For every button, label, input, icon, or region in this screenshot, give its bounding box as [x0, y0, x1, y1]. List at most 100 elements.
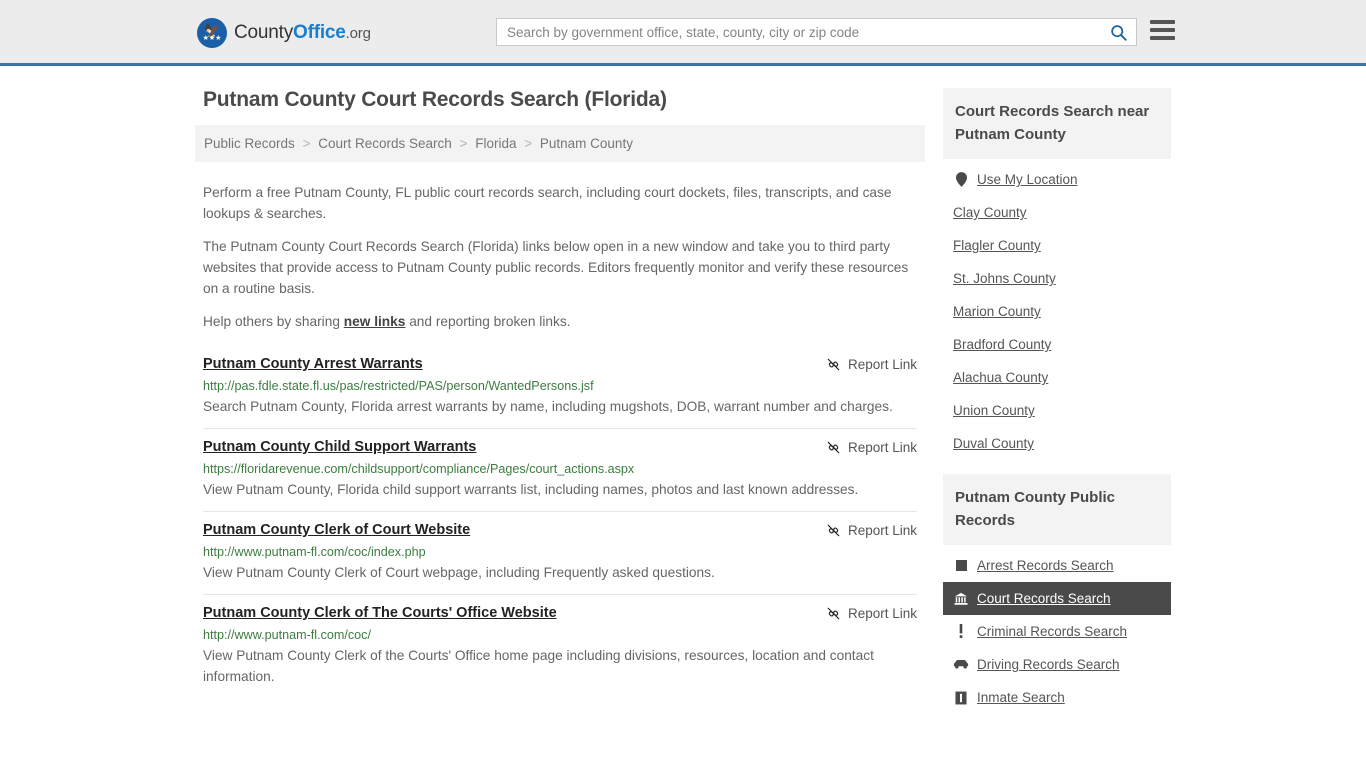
nearby-panel: Court Records Search near Putnam County …: [943, 88, 1171, 460]
sidebar-link-label[interactable]: Use My Location: [977, 172, 1078, 187]
breadcrumb-separator: >: [459, 136, 468, 151]
result-url: http://www.putnam-fl.com/coc/index.php: [203, 545, 426, 559]
report-link-label: Report Link: [847, 440, 917, 455]
sidebar-link-label[interactable]: Court Records Search: [977, 591, 1111, 606]
main-column: Putnam County Court Records Search (Flor…: [195, 88, 925, 728]
logo-text-org: .org: [345, 25, 371, 42]
result-entry: Putnam County Clerk of The Courts' Offic…: [203, 594, 917, 698]
result-url: http://www.putnam-fl.com/coc/: [203, 628, 371, 642]
help-paragraph: Help others by sharing new links and rep…: [203, 311, 917, 332]
report-link-button[interactable]: Report Link: [826, 356, 917, 372]
breadcrumb-separator: >: [524, 136, 533, 151]
new-links-link[interactable]: new links: [344, 314, 406, 329]
site-header: 🦅 ★★★ CountyOffice.org: [0, 0, 1366, 66]
stars-glyph: ★★★: [202, 34, 222, 42]
sidebar-link-label[interactable]: Arrest Records Search: [977, 558, 1114, 573]
report-link-button[interactable]: Report Link: [826, 522, 917, 538]
search-input[interactable]: [497, 24, 1100, 40]
result-description: View Putnam County, Florida child suppor…: [203, 482, 859, 497]
courthouse-icon: [953, 592, 969, 606]
sidebar-link-label[interactable]: Driving Records Search: [977, 657, 1120, 672]
result-title-link[interactable]: Putnam County Child Support Warrants: [203, 439, 476, 455]
broken-link-icon: [827, 441, 840, 454]
report-link-label: Report Link: [847, 606, 917, 621]
intro-paragraph-1: Perform a free Putnam County, FL public …: [203, 185, 892, 221]
hamburger-bar-3: [1150, 36, 1175, 40]
logo-text-office: Office: [293, 22, 346, 43]
sidebar-item-arrest-records-search[interactable]: Arrest Records Search: [943, 549, 1171, 582]
sidebar-item-alachua-county[interactable]: Alachua County: [943, 361, 1171, 394]
page-body: Putnam County Court Records Search (Flor…: [0, 66, 1366, 728]
sidebar-link-label[interactable]: Bradford County: [953, 337, 1051, 352]
sidebar-link-label[interactable]: Duval County: [953, 436, 1034, 451]
result-entry: Putnam County Clerk of Court Website Rep…: [203, 511, 917, 594]
logo-wordmark: CountyOffice.org: [234, 22, 371, 44]
sidebar-item-st-johns-county[interactable]: St. Johns County: [943, 262, 1171, 295]
sidebar-item-inmate-search[interactable]: Inmate Search: [943, 681, 1171, 714]
result-description: Search Putnam County, Florida arrest war…: [203, 399, 893, 414]
hamburger-bar-2: [1150, 28, 1175, 32]
public-records-list: Arrest Records Search Court Records Sear…: [943, 545, 1171, 714]
result-description: View Putnam County Clerk of the Courts' …: [203, 648, 874, 684]
eagle-glyph: 🦅: [204, 22, 220, 38]
hamburger-menu-icon[interactable]: [1150, 20, 1175, 40]
broken-link-icon: [827, 358, 840, 371]
page-title: Putnam County Court Records Search (Flor…: [203, 88, 667, 111]
breadcrumb-separator: >: [302, 136, 311, 151]
sidebar-item-court-records-search[interactable]: Court Records Search: [943, 582, 1171, 615]
sidebar-item-marion-county[interactable]: Marion County: [943, 295, 1171, 328]
result-title-link[interactable]: Putnam County Arrest Warrants: [203, 356, 423, 372]
sidebar-link-label[interactable]: Union County: [953, 403, 1035, 418]
broken-link-icon: [827, 524, 840, 537]
report-link-button[interactable]: Report Link: [826, 439, 917, 455]
result-entry: Putnam County Child Support Warrants Rep…: [203, 428, 917, 511]
sidebar-item-flagler-county[interactable]: Flagler County: [943, 229, 1171, 262]
breadcrumb-item-public-records[interactable]: Public Records: [204, 136, 295, 151]
results-list: Putnam County Arrest Warrants Report Lin…: [195, 346, 925, 698]
sidebar-link-label[interactable]: Criminal Records Search: [977, 624, 1127, 639]
report-link-label: Report Link: [847, 523, 917, 538]
report-link-label: Report Link: [847, 357, 917, 372]
result-entry-header: Putnam County Child Support Warrants Rep…: [203, 439, 917, 455]
sidebar-item-use-my-location[interactable]: Use My Location: [943, 163, 1171, 196]
sidebar-link-label[interactable]: Marion County: [953, 304, 1041, 319]
sidebar-item-union-county[interactable]: Union County: [943, 394, 1171, 427]
search-button[interactable]: [1100, 19, 1136, 45]
broken-link-icon: [827, 607, 840, 620]
site-logo[interactable]: 🦅 ★★★ CountyOffice.org: [197, 18, 371, 48]
nearby-list: Use My Location Clay County Flagler Coun…: [943, 159, 1171, 460]
intro-paragraph-2: The Putnam County Court Records Search (…: [203, 239, 909, 296]
report-link-button[interactable]: Report Link: [826, 605, 917, 621]
sidebar-item-clay-county[interactable]: Clay County: [943, 196, 1171, 229]
breadcrumb-item-florida[interactable]: Florida: [475, 136, 516, 151]
sidebar-link-label[interactable]: Flagler County: [953, 238, 1041, 253]
result-url: https://floridarevenue.com/childsupport/…: [203, 462, 635, 476]
sidebar-item-driving-records-search[interactable]: Driving Records Search: [943, 648, 1171, 681]
breadcrumb-item-court-records-search[interactable]: Court Records Search: [318, 136, 452, 151]
sidebar-link-label[interactable]: Inmate Search: [977, 690, 1065, 705]
result-entry-header: Putnam County Clerk of The Courts' Offic…: [203, 605, 917, 621]
help-text-after: and reporting broken links.: [405, 314, 571, 329]
nearby-panel-heading: Court Records Search near Putnam County: [943, 88, 1171, 159]
sidebar-item-criminal-records-search[interactable]: Criminal Records Search: [943, 615, 1171, 648]
search-bar: [496, 18, 1137, 46]
map-pin-icon: [953, 172, 969, 187]
content-container: Putnam County Court Records Search (Flor…: [195, 66, 1171, 728]
result-title-link[interactable]: Putnam County Clerk of The Courts' Offic…: [203, 605, 557, 621]
result-entry-header: Putnam County Arrest Warrants Report Lin…: [203, 356, 917, 372]
public-records-panel: Putnam County Public Records Arrest Reco…: [943, 474, 1171, 714]
breadcrumb-item-putnam-county[interactable]: Putnam County: [540, 136, 633, 151]
sidebar-item-bradford-county[interactable]: Bradford County: [943, 328, 1171, 361]
search-icon: [1110, 24, 1127, 41]
sidebar-link-label[interactable]: St. Johns County: [953, 271, 1056, 286]
square-icon: [953, 560, 969, 571]
exclamation-icon: [953, 624, 969, 639]
sidebar: Court Records Search near Putnam County …: [943, 88, 1171, 728]
sidebar-link-label[interactable]: Alachua County: [953, 370, 1048, 385]
result-description: View Putnam County Clerk of Court webpag…: [203, 565, 715, 580]
inmate-icon: [953, 691, 969, 705]
result-title-link[interactable]: Putnam County Clerk of Court Website: [203, 522, 470, 538]
sidebar-item-duval-county[interactable]: Duval County: [943, 427, 1171, 460]
intro-text: Perform a free Putnam County, FL public …: [195, 166, 925, 332]
sidebar-link-label[interactable]: Clay County: [953, 205, 1027, 220]
